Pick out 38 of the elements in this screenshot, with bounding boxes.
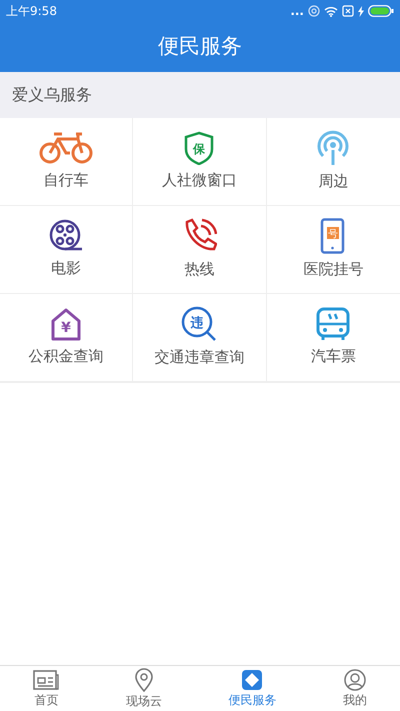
service-tile[interactable]: 热线: [133, 206, 267, 294]
signal-icon: [316, 130, 350, 166]
film-reel-icon: [48, 219, 84, 254]
service-tile[interactable]: 电影: [0, 206, 134, 294]
tab[interactable]: 我的: [310, 666, 400, 711]
bicycle-icon: [38, 131, 94, 166]
service-label: 自行车: [44, 170, 89, 192]
location-pin-icon: [134, 668, 154, 692]
section-title: 爱义乌服务: [12, 84, 92, 106]
user-icon: [344, 668, 366, 690]
service-label: 周边: [318, 171, 348, 192]
battery-icon: [368, 5, 394, 17]
sync-icon: [308, 5, 320, 17]
tab[interactable]: 便民服务: [195, 666, 310, 711]
no-sim-icon: [342, 5, 354, 17]
mobile-phone-icon: 号: [320, 218, 346, 254]
service-label: 汽车票: [310, 346, 356, 368]
service-label: 热线: [184, 259, 214, 280]
service-label: 交通违章查询: [154, 347, 244, 368]
service-label: 医院挂号: [303, 259, 364, 280]
service-label: 公积金查询: [28, 346, 104, 368]
service-label: 人社微窗口: [162, 170, 237, 192]
more-dots: ...: [290, 3, 304, 20]
shield-icon: 保: [184, 131, 214, 166]
tab[interactable]: 现场云: [92, 666, 195, 711]
status-time: 上午9:58: [6, 3, 57, 20]
bus-icon: [316, 307, 350, 342]
service-tile[interactable]: 违 交通违章查询: [133, 294, 267, 382]
service-tile[interactable]: 自行车: [0, 118, 134, 206]
page-title: 便民服务: [158, 33, 242, 60]
newspaper-icon: [33, 668, 60, 690]
house-icon: ¥: [49, 307, 84, 342]
service-label: 电影: [51, 258, 82, 280]
wifi-icon: [324, 6, 338, 16]
tab[interactable]: 首页: [0, 666, 92, 711]
service-tile[interactable]: 保 人社微窗口: [133, 118, 267, 206]
charging-icon: [358, 6, 364, 16]
service-tile[interactable]: ¥ 公积金查询: [0, 294, 134, 382]
